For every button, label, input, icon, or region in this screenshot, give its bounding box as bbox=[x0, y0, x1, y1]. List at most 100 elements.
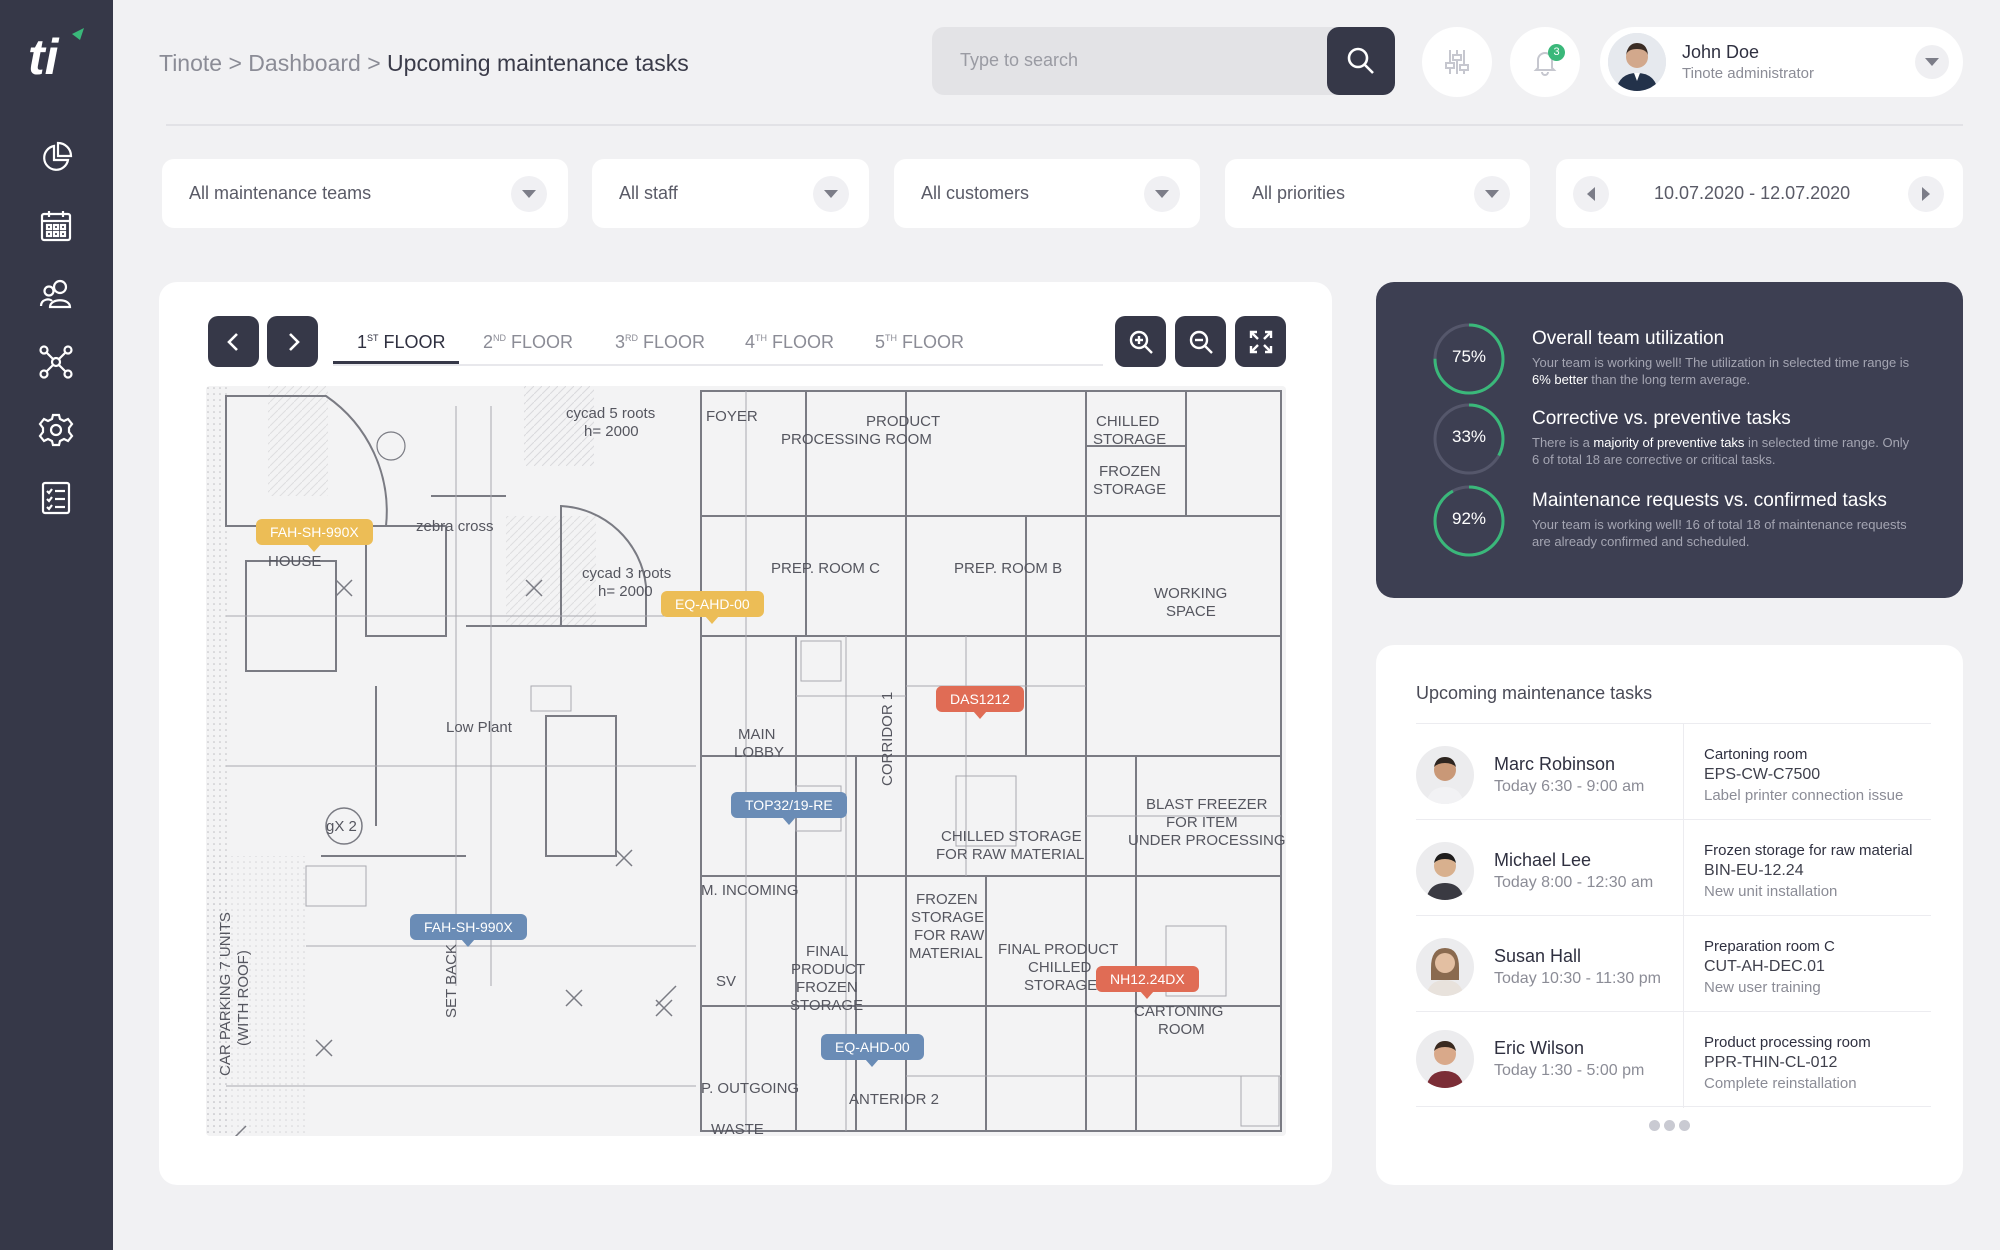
page-dot[interactable] bbox=[1664, 1120, 1675, 1131]
task-issue: Label printer connection issue bbox=[1704, 787, 1904, 804]
filter-customers[interactable]: All customers bbox=[894, 159, 1200, 228]
avatar bbox=[1416, 938, 1474, 996]
row-divider bbox=[1683, 1012, 1684, 1108]
filter-label: All maintenance teams bbox=[189, 183, 372, 203]
floor-plan-map[interactable]: PRODUCT PROCESSING ROOM CHILLED STORAGE … bbox=[206, 386, 1286, 1136]
network-icon[interactable] bbox=[36, 342, 76, 382]
task-issue: Complete reinstallation bbox=[1704, 1075, 1857, 1092]
team-icon[interactable] bbox=[36, 274, 76, 314]
notification-count-badge: 3 bbox=[1548, 44, 1565, 61]
page-dot[interactable] bbox=[1679, 1120, 1690, 1131]
stat-requests-vs-confirmed: 92% Maintenance requests vs. confirmed t… bbox=[1432, 484, 1952, 564]
user-menu-dropdown[interactable] bbox=[1915, 45, 1949, 79]
tab-floor-2[interactable]: 2ND FLOOR bbox=[483, 332, 573, 353]
equipment-code: BIN-EU-12.24 bbox=[1704, 862, 1804, 879]
settings-gear-icon[interactable] bbox=[36, 410, 76, 450]
filter-label: All priorities bbox=[1252, 183, 1346, 203]
pagination-dots[interactable] bbox=[1649, 1120, 1690, 1131]
fullscreen-button[interactable] bbox=[1235, 316, 1286, 367]
avatar bbox=[1416, 842, 1474, 900]
previous-floor-button[interactable] bbox=[208, 316, 259, 367]
svg-text:FOR RAW MATERIAL: FOR RAW MATERIAL bbox=[936, 846, 1084, 863]
filter-priorities[interactable]: All priorities bbox=[1225, 159, 1530, 228]
task-row[interactable]: Marc Robinson Today 6:30 - 9:00 am Carto… bbox=[1416, 723, 1931, 820]
dropdown-button[interactable] bbox=[511, 176, 547, 212]
page-dot[interactable] bbox=[1649, 1120, 1660, 1131]
filter-settings-button[interactable] bbox=[1422, 27, 1492, 97]
dropdown-button[interactable] bbox=[1144, 176, 1180, 212]
svg-text:gX 2: gX 2 bbox=[326, 818, 357, 835]
assignee-name: Marc Robinson bbox=[1494, 754, 1616, 774]
equipment-marker[interactable]: EQ-AHD-00 bbox=[821, 1034, 924, 1067]
calendar-icon[interactable] bbox=[36, 206, 76, 246]
assignee-name: Susan Hall bbox=[1494, 946, 1582, 966]
stat-overall-utilization: 75% Overall team utilization Your team i… bbox=[1432, 322, 1952, 402]
sliders-icon bbox=[1445, 50, 1469, 74]
svg-text:UNDER PROCESSING: UNDER PROCESSING bbox=[1128, 832, 1286, 849]
dashboard-icon[interactable] bbox=[36, 138, 76, 178]
dropdown-button[interactable] bbox=[1474, 176, 1510, 212]
svg-text:LOBBY: LOBBY bbox=[734, 744, 784, 761]
chevron-right-icon bbox=[288, 332, 300, 351]
svg-text:ti: ti bbox=[28, 29, 60, 82]
next-date-button[interactable] bbox=[1908, 176, 1944, 212]
user-name: John Doe bbox=[1682, 42, 1760, 62]
tab-floor-5[interactable]: 5TH FLOOR bbox=[875, 332, 964, 353]
equipment-marker[interactable]: DAS1212 bbox=[936, 686, 1024, 719]
dropdown-button[interactable] bbox=[813, 176, 849, 212]
search-icon bbox=[1347, 47, 1374, 74]
chevron-right-icon bbox=[1922, 187, 1930, 201]
svg-text:STORAGE: STORAGE bbox=[1093, 481, 1166, 498]
floor-plan-panel: 1ST FLOOR 2ND FLOOR 3RD FLOOR 4TH FLOOR … bbox=[159, 282, 1332, 1185]
notifications-button[interactable]: 3 bbox=[1510, 27, 1580, 97]
svg-text:CHILLED STORAGE: CHILLED STORAGE bbox=[941, 828, 1082, 845]
expand-icon bbox=[1249, 330, 1272, 353]
breadcrumb-parent[interactable]: Dashboard bbox=[248, 50, 361, 76]
svg-text:(WITH ROOF): (WITH ROOF) bbox=[235, 950, 252, 1046]
zoom-in-button[interactable] bbox=[1115, 316, 1166, 367]
user-profile-card[interactable]: John Doe Tinote administrator bbox=[1600, 27, 1963, 97]
svg-text:STORAGE: STORAGE bbox=[911, 909, 984, 926]
header-divider bbox=[166, 124, 1963, 126]
search-button[interactable] bbox=[1327, 27, 1395, 95]
filter-staff[interactable]: All staff bbox=[592, 159, 869, 228]
task-row[interactable]: Eric Wilson Today 1:30 - 5:00 pm Product… bbox=[1416, 1011, 1931, 1108]
tab-floor-1[interactable]: 1ST FLOOR bbox=[357, 332, 446, 353]
avatar bbox=[1416, 1030, 1474, 1088]
equipment-marker[interactable]: NH12.24DX bbox=[1096, 966, 1199, 999]
equipment-marker[interactable]: TOP32/19-RE bbox=[731, 792, 847, 825]
filter-maintenance-teams[interactable]: All maintenance teams bbox=[162, 159, 568, 228]
chevron-left-icon bbox=[1587, 187, 1595, 201]
svg-text:CARTONING: CARTONING bbox=[1134, 1003, 1223, 1020]
task-row[interactable]: Michael Lee Today 8:00 - 12:30 am Frozen… bbox=[1416, 819, 1931, 916]
zoom-out-button[interactable] bbox=[1175, 316, 1226, 367]
task-room: Product processing room bbox=[1704, 1034, 1871, 1051]
chevron-left-icon bbox=[226, 332, 238, 351]
upcoming-tasks-card: Upcoming maintenance tasks Marc Robinson… bbox=[1376, 645, 1963, 1185]
svg-text:cycad 5 roots: cycad 5 roots bbox=[566, 405, 655, 422]
tab-floor-3[interactable]: 3RD FLOOR bbox=[615, 332, 705, 353]
equipment-marker[interactable]: FAH-SH-990X bbox=[410, 914, 527, 947]
task-time: Today 1:30 - 5:00 pm bbox=[1494, 1062, 1645, 1079]
equipment-marker[interactable]: FAH-SH-990X bbox=[256, 519, 373, 552]
svg-text:CORRIDOR 1: CORRIDOR 1 bbox=[879, 692, 896, 786]
breadcrumb-root[interactable]: Tinote bbox=[159, 50, 222, 76]
next-floor-button[interactable] bbox=[267, 316, 318, 367]
svg-text:WASTE: WASTE bbox=[711, 1121, 764, 1136]
search-box: Type to search bbox=[932, 27, 1395, 95]
previous-date-button[interactable] bbox=[1573, 176, 1609, 212]
svg-text:MATERIAL: MATERIAL bbox=[909, 945, 983, 962]
chevron-down-icon bbox=[1155, 190, 1169, 198]
equipment-marker[interactable]: EQ-AHD-00 bbox=[661, 591, 764, 624]
svg-text:HOUSE: HOUSE bbox=[268, 553, 321, 570]
stat-description: Your team is working well! 16 of total 1… bbox=[1532, 517, 1907, 549]
task-row[interactable]: Susan Hall Today 10:30 - 11:30 pm Prepar… bbox=[1416, 915, 1931, 1012]
search-input[interactable]: Type to search bbox=[960, 50, 1078, 71]
task-time: Today 6:30 - 9:00 am bbox=[1494, 778, 1645, 795]
svg-text:ANTERIOR 2: ANTERIOR 2 bbox=[849, 1091, 939, 1108]
checklist-icon[interactable] bbox=[36, 478, 76, 518]
chevron-down-icon bbox=[1485, 190, 1499, 198]
app-logo[interactable]: ti bbox=[28, 26, 88, 85]
tab-floor-4[interactable]: 4TH FLOOR bbox=[745, 332, 834, 353]
task-time: Today 10:30 - 11:30 pm bbox=[1494, 970, 1661, 987]
